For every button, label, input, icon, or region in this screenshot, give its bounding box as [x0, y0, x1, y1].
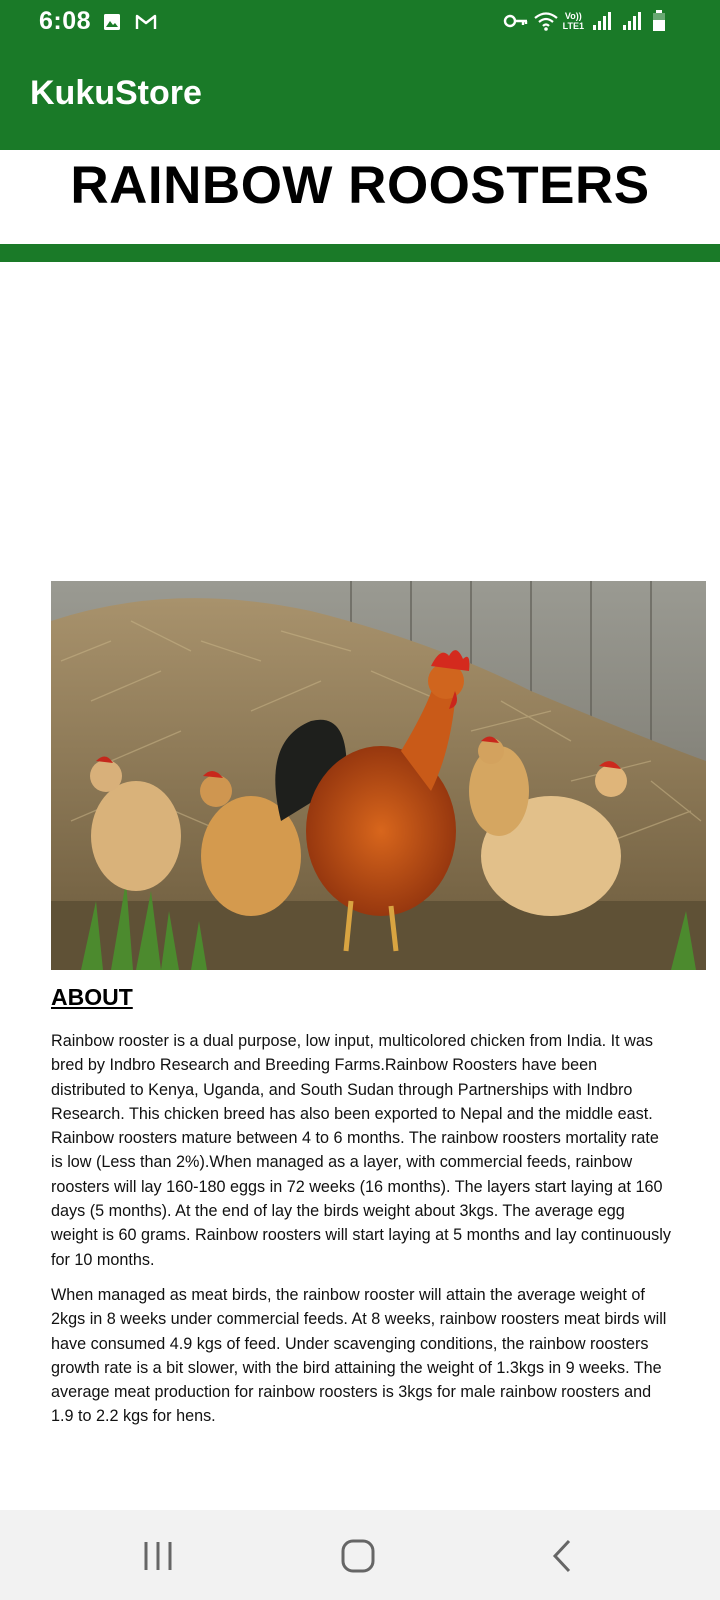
- signal-icon: [592, 10, 614, 32]
- recent-apps-icon[interactable]: [138, 1536, 178, 1576]
- gallery-icon: [102, 12, 124, 34]
- app-title: KukuStore: [30, 74, 202, 112]
- divider: [0, 244, 720, 262]
- battery-icon: [652, 10, 674, 32]
- about-paragraph: When managed as meat birds, the rainbow …: [51, 1286, 667, 1426]
- status-bar: 6:08 Vo)) LTE1: [0, 0, 720, 46]
- gmail-icon: [134, 12, 157, 34]
- about-heading: ABOUT: [51, 984, 133, 1010]
- signal-icon: [622, 10, 644, 32]
- lte-indicator: Vo)) LTE1: [563, 11, 584, 31]
- volte-label: Vo)): [564, 11, 582, 21]
- lte-label: LTE1: [562, 21, 584, 31]
- home-icon[interactable]: [339, 1536, 379, 1576]
- status-time: 6:08: [39, 7, 92, 35]
- chicken-photo: [51, 581, 706, 970]
- about-paragraph: Rainbow rooster is a dual purpose, low i…: [51, 1032, 671, 1269]
- back-icon[interactable]: [543, 1536, 583, 1576]
- wifi-icon: [533, 10, 558, 32]
- page-title: RAINBOW ROOSTERS: [70, 156, 650, 215]
- vpn-key-icon: [503, 10, 527, 32]
- app-bar: KukuStore: [0, 46, 720, 150]
